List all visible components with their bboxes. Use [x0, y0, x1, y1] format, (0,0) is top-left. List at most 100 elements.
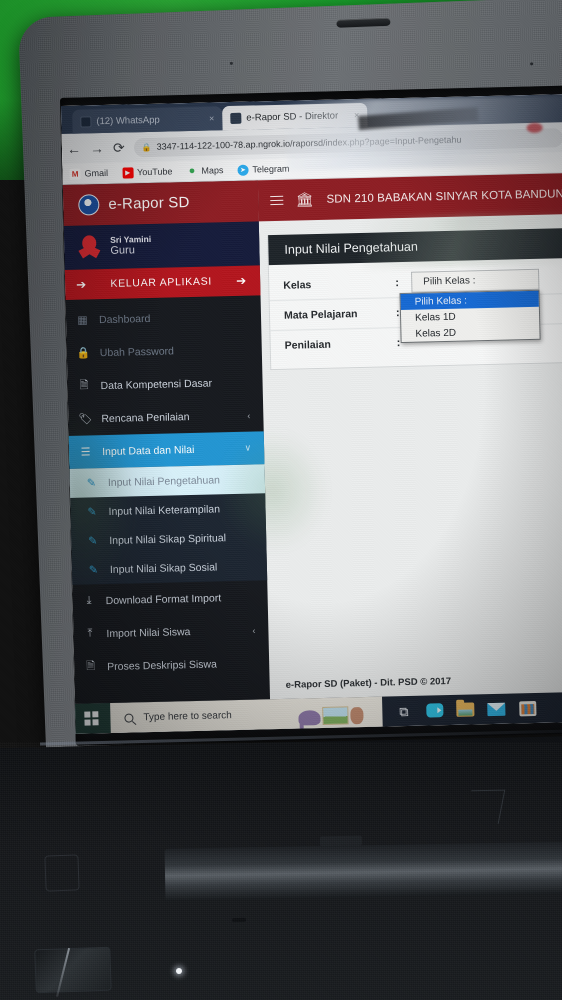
- edit-square-icon: ✎: [86, 477, 97, 490]
- sidebar-item-label: Input Nilai Keterampilan: [108, 502, 221, 518]
- download-icon: ⤓: [86, 594, 92, 607]
- sidebar: Sri Yamini Guru ➔ KELUAR APLIKASI ➔ ▦ Da…: [61, 180, 271, 704]
- tab-title: (12) WhatsApp: [96, 114, 160, 127]
- file-explorer-icon[interactable]: [456, 700, 475, 718]
- field-label: Mata Pelajaran: [283, 307, 358, 322]
- bookmark-label: YouTube: [136, 166, 173, 178]
- chevron-down-icon: ∨: [244, 442, 252, 453]
- browser-tab-whatsapp[interactable]: (12) WhatsApp ×: [72, 106, 223, 134]
- user-avatar-icon: [77, 234, 102, 261]
- sidebar-item-ubah-password[interactable]: 🔒 Ubah Password: [63, 332, 262, 370]
- erapor-icon: [230, 112, 242, 124]
- sidebar-item-label: Data Kompetensi Dasar: [100, 377, 213, 392]
- sidebar-item-label: Input Nilai Pengetahuan: [107, 473, 221, 489]
- screen-content: (12) WhatsApp × e-Rapor SD - Direktor × …: [61, 94, 562, 734]
- url-text: 3347-114-122-100-78.ap.ngrok.io/raporsd/…: [156, 134, 462, 152]
- sidebar-item-label: Import Nilai Siswa: [106, 625, 191, 640]
- lock-icon: 🔒: [76, 347, 91, 360]
- sidebar-item-input-nilai-sikap-spiritual[interactable]: ✎ Input Nilai Sikap Spiritual: [68, 522, 267, 556]
- search-illustration: [298, 700, 379, 726]
- hinge-notch: [231, 917, 247, 923]
- zoom-app-icon[interactable]: [425, 701, 444, 719]
- user-role: Guru: [110, 244, 136, 258]
- youtube-icon: ▶: [121, 166, 134, 179]
- bookmark-label: Telegram: [252, 163, 290, 175]
- bookmark-youtube[interactable]: ▶ YouTube: [121, 166, 173, 179]
- microsoft-store-icon[interactable]: [518, 699, 536, 717]
- close-icon[interactable]: ×: [209, 113, 214, 123]
- close-icon[interactable]: ×: [354, 110, 359, 120]
- forward-icon[interactable]: →: [90, 140, 104, 156]
- sidebar-item-label: Input Nilai Sikap Spiritual: [109, 531, 227, 547]
- address-bar[interactable]: 🔒 3347-114-122-100-78.ap.ngrok.io/rapors…: [133, 127, 562, 157]
- chevron-left-icon: ‹: [252, 625, 256, 636]
- bank-building-icon: 🏛: [295, 191, 314, 208]
- document-icon: 🗎: [86, 660, 96, 673]
- tut-wuri-handayani-logo: [78, 194, 100, 216]
- search-icon: [124, 712, 134, 723]
- upload-icon: ⤒: [87, 627, 93, 640]
- power-led-icon: [176, 968, 182, 974]
- bookmark-label: Maps: [201, 165, 224, 176]
- sidebar-item-label: Proses Deskripsi Siswa: [107, 657, 218, 673]
- kelas-select[interactable]: Pilih Kelas :: [411, 268, 540, 293]
- sidebar-item-input-nilai-sikap-sosial[interactable]: ✎ Input Nilai Sikap Sosial: [69, 551, 268, 585]
- hamburger-icon[interactable]: [269, 195, 283, 206]
- sidebar-item-proses-deskripsi-siswa[interactable]: 🗎 Proses Deskripsi Siswa: [71, 646, 270, 684]
- reload-icon[interactable]: ⟳: [113, 140, 125, 156]
- kelas-dropdown-list[interactable]: Pilih Kelas : Kelas 1D Kelas 2D: [399, 289, 541, 344]
- school-name: SDN 210 BABAKAN SINYAR KOTA BANDUNG: [326, 187, 562, 206]
- page-title: Input Nilai Pengetahuan: [284, 239, 419, 257]
- sidebar-item-data-kompetensi-dasar[interactable]: 🗎 Data Kompetensi Dasar: [64, 365, 263, 403]
- sidebar-item-input-data-dan-nilai[interactable]: ☰ Input Data dan Nilai ∨: [65, 431, 265, 469]
- mail-icon[interactable]: [487, 700, 506, 718]
- panel-body: Kelas : Pilih Kelas : Pilih Kelas : Kela…: [268, 258, 562, 369]
- sidebar-item-label: Download Format Import: [105, 591, 222, 607]
- bookmark-telegram[interactable]: ➤ Telegram: [237, 163, 290, 176]
- sidebar-item-label: Ubah Password: [99, 344, 175, 359]
- telegram-icon: ➤: [237, 164, 249, 176]
- field-colon: :: [395, 276, 400, 289]
- sidebar-item-input-nilai-pengetahuan[interactable]: ✎ Input Nilai Pengetahuan: [66, 464, 266, 498]
- bookmark-maps[interactable]: ● Maps: [186, 165, 223, 177]
- edit-square-icon: ✎: [88, 535, 98, 548]
- sidebar-item-import-nilai-siswa[interactable]: ⤒ Import Nilai Siswa ‹: [70, 613, 269, 651]
- gmail-icon: M: [69, 168, 81, 180]
- edit-square-icon: ✎: [88, 564, 99, 577]
- app-brand[interactable]: e-Rapor SD: [61, 180, 259, 227]
- back-icon[interactable]: ←: [67, 141, 81, 157]
- sidebar-menu: ▦ Dashboard 🔒 Ubah Password 🗎 Data Kompe…: [63, 295, 270, 684]
- task-view-icon[interactable]: ⧉: [394, 702, 412, 720]
- field-label: Kelas: [283, 278, 312, 292]
- sidebar-item-dashboard[interactable]: ▦ Dashboard: [63, 299, 262, 337]
- windows-start-icon[interactable]: [72, 703, 111, 734]
- erapor-application: e-Rapor SD 🏛 SDN 210 BABAKAN SINYAR KOTA…: [61, 172, 562, 704]
- bookmark-gmail[interactable]: M Gmail: [69, 167, 108, 180]
- kelas-select-value: Pilih Kelas :: [423, 275, 476, 288]
- sidebar-item-rencana-penilaian[interactable]: 🏷 Rencana Penilaian ‹: [65, 398, 264, 436]
- base-pad-marking: [44, 854, 80, 892]
- taskbar-icons: ⧉: [382, 699, 536, 721]
- file-icon: 🗎: [79, 379, 89, 392]
- picture-frame-icon: [322, 706, 349, 726]
- user-name: Sri Yamini: [110, 233, 152, 245]
- sidebar-item-label: Rencana Penilaian: [101, 410, 190, 425]
- dropdown-option-kelas-2d[interactable]: Kelas 2D: [401, 323, 539, 342]
- chevron-left-icon: ‹: [247, 410, 251, 421]
- elephant-icon: [298, 710, 321, 726]
- taskbar-search-input[interactable]: Type here to search: [110, 696, 383, 734]
- logout-button[interactable]: ➔ KELUAR APLIKASI ➔: [61, 265, 261, 301]
- dashboard-icon: ▦: [77, 314, 88, 327]
- list-icon: ☰: [80, 446, 91, 459]
- lid-speck-2: [229, 61, 233, 65]
- whatsapp-icon: [80, 115, 92, 128]
- browser-tab-erapor[interactable]: e-Rapor SD - Direktor ×: [222, 102, 368, 131]
- laptop-hinge-bar: [164, 841, 562, 901]
- sidebar-item-input-nilai-keterampilan[interactable]: ✎ Input Nilai Keterampilan: [67, 493, 266, 527]
- field-row-kelas: Kelas : Pilih Kelas : Pilih Kelas : Kela…: [268, 263, 562, 344]
- input-nilai-panel: Input Nilai Pengetahuan Kelas : Pilih Ke…: [267, 227, 562, 371]
- brand-name: e-Rapor SD: [108, 194, 190, 213]
- sidebar-item-download-format-import[interactable]: ⤓ Download Format Import: [69, 580, 268, 618]
- lid-speck: [530, 62, 534, 66]
- user-profile: Sri Yamini Guru: [61, 221, 260, 271]
